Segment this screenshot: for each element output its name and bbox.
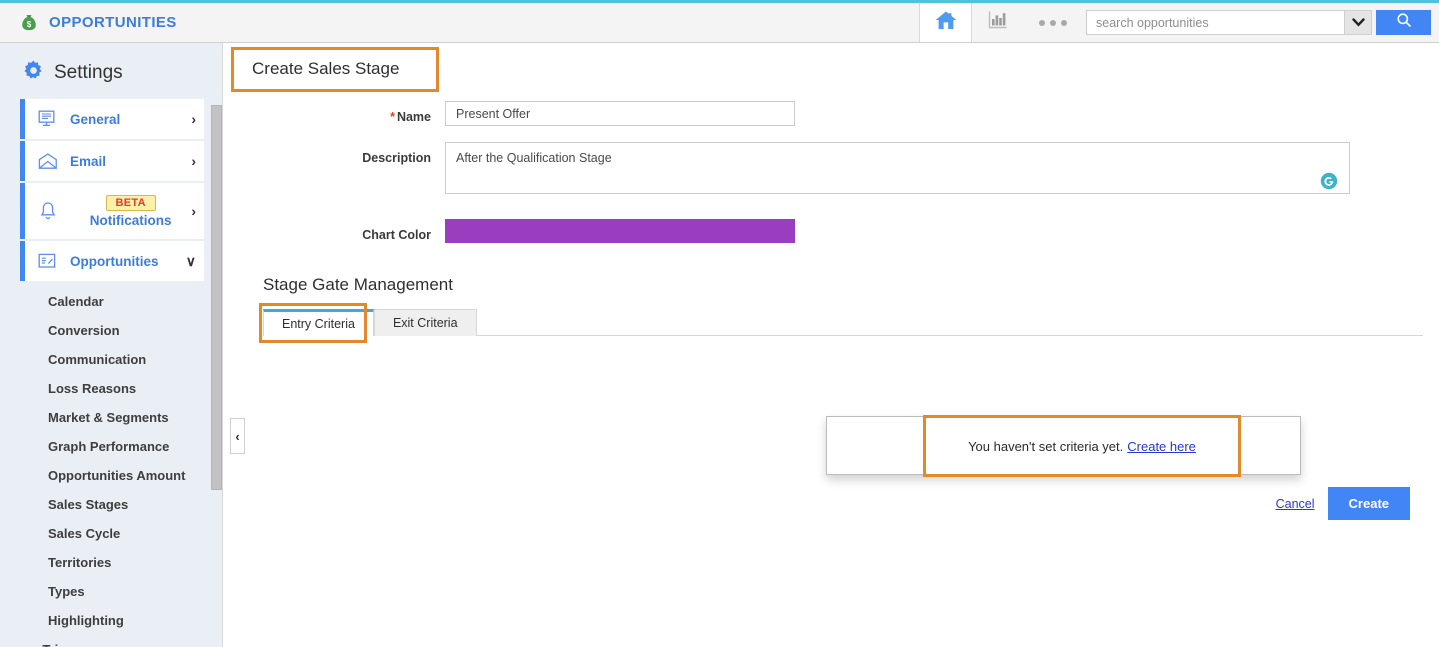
chevron-left-icon: ‹ <box>235 428 240 444</box>
sidebar-item-label: Triggers <box>42 642 93 647</box>
list-card-icon <box>37 253 59 270</box>
form-actions: Cancel Create <box>1276 487 1410 520</box>
money-bag-icon: $ <box>18 12 40 34</box>
bar-chart-icon <box>987 10 1009 35</box>
body: Settings General › Email › BETA Notifica… <box>0 43 1439 647</box>
page-title: Create Sales Stage <box>252 59 400 78</box>
brand[interactable]: $ OPPORTUNITIES <box>0 3 919 42</box>
envelope-icon <box>37 152 59 170</box>
description-input[interactable] <box>445 142 1350 194</box>
sidebar-item-sales-stages[interactable]: Sales Stages <box>0 490 222 519</box>
home-button[interactable] <box>920 3 972 42</box>
sidebar-sublist: Calendar Conversion Communication Loss R… <box>0 287 222 647</box>
sidebar-item-label: Notifications <box>89 212 172 228</box>
chevron-right-icon: › <box>191 111 196 127</box>
name-label-text: Name <box>396 110 431 124</box>
form-row-description: Description <box>255 142 1439 199</box>
name-input[interactable] <box>445 101 795 126</box>
chevron-right-icon: › <box>191 203 196 219</box>
header-tools <box>919 3 1439 42</box>
chevron-right-icon: › <box>30 642 34 647</box>
sidebar-collapse-handle[interactable]: ‹ <box>230 418 245 454</box>
page-title-highlight: Create Sales Stage <box>231 47 439 92</box>
sidebar-item-conversion[interactable]: Conversion <box>0 316 222 345</box>
monitor-icon <box>37 110 59 128</box>
grammarly-icon[interactable] <box>1320 172 1338 190</box>
sidebar-item-graph-performance[interactable]: Graph Performance <box>0 432 222 461</box>
sidebar-item-calendar[interactable]: Calendar <box>0 287 222 316</box>
chevron-down-icon: ∨ <box>185 252 196 269</box>
svg-text:$: $ <box>27 20 32 29</box>
form-row-name: * Name <box>255 101 1439 126</box>
chart-color-swatch[interactable] <box>445 219 795 243</box>
sidebar-item-sales-cycle[interactable]: Sales Cycle <box>0 519 222 548</box>
stage-gate-tabs: Entry Criteria Exit Criteria <box>259 303 1423 343</box>
cancel-link[interactable]: Cancel <box>1276 497 1315 511</box>
beta-badge: BETA <box>105 194 156 211</box>
required-marker: * <box>390 110 395 124</box>
sidebar-item-highlighting[interactable]: Highlighting <box>0 606 222 635</box>
criteria-empty-highlight: You haven't set criteria yet. Create her… <box>923 415 1241 477</box>
sidebar-item-triggers[interactable]: › Triggers <box>0 635 222 647</box>
main-content: Create Sales Stage *Name Description <box>222 43 1439 647</box>
sidebar-item-communication[interactable]: Communication <box>0 345 222 374</box>
search-input[interactable] <box>1086 10 1344 35</box>
search-area <box>1082 3 1439 42</box>
sidebar-item-email[interactable]: Email › <box>20 141 204 181</box>
create-criteria-link[interactable]: Create here <box>1127 439 1196 454</box>
search-button[interactable] <box>1376 10 1431 35</box>
reports-button[interactable] <box>972 3 1024 42</box>
sidebar-item-market-segments[interactable]: Market & Segments <box>0 403 222 432</box>
sidebar-item-general[interactable]: General › <box>20 99 204 139</box>
tab-exit-criteria[interactable]: Exit Criteria <box>373 309 477 336</box>
search-scope-dropdown[interactable] <box>1344 10 1372 35</box>
chart-color-label: Chart Color <box>362 228 431 242</box>
app-header: $ OPPORTUNITIES <box>0 3 1439 43</box>
sidebar-item-opportunities[interactable]: Opportunities ∨ <box>20 241 204 281</box>
sidebar-nav: General › Email › BETA Notifications › O… <box>0 99 222 647</box>
sidebar-item-label: General <box>70 111 121 127</box>
sidebar-item-types[interactable]: Types <box>0 577 222 606</box>
description-label: Description <box>362 151 431 165</box>
bell-icon <box>37 201 59 221</box>
sidebar-item-territories[interactable]: Territories <box>0 548 222 577</box>
settings-title: Settings <box>54 62 123 83</box>
sidebar-scrollbar-thumb[interactable] <box>211 105 222 490</box>
brand-title: OPPORTUNITIES <box>49 14 177 31</box>
more-menu-button[interactable] <box>1024 3 1082 42</box>
form-row-chart-color: Chart Color <box>255 219 1439 243</box>
criteria-empty-message: You haven't set criteria yet. <box>968 438 1124 454</box>
description-wrapper <box>445 142 1350 199</box>
ellipsis-icon <box>1039 19 1067 26</box>
home-icon <box>934 9 958 36</box>
create-button[interactable]: Create <box>1327 487 1410 520</box>
gear-icon <box>22 59 45 87</box>
tab-entry-criteria[interactable]: Entry Criteria <box>263 309 374 336</box>
sidebar-item-label: Email <box>70 153 107 169</box>
settings-header: Settings <box>0 43 222 99</box>
sidebar-item-loss-reasons[interactable]: Loss Reasons <box>0 374 222 403</box>
sidebar-item-label: Opportunities <box>70 253 159 269</box>
chevron-right-icon: › <box>191 153 196 169</box>
name-label: * Name <box>255 101 445 124</box>
sidebar-scrollbar-track[interactable] <box>211 105 222 605</box>
search-icon <box>1396 12 1412 33</box>
stage-gate-title: Stage Gate Management <box>263 275 453 294</box>
notifications-stack: BETA Notifications <box>70 194 191 228</box>
sidebar-item-notifications[interactable]: BETA Notifications › <box>20 183 204 239</box>
sidebar: Settings General › Email › BETA Notifica… <box>0 43 245 647</box>
sidebar-item-opportunities-amount[interactable]: Opportunities Amount <box>0 461 222 490</box>
chevron-down-icon <box>1351 14 1365 32</box>
